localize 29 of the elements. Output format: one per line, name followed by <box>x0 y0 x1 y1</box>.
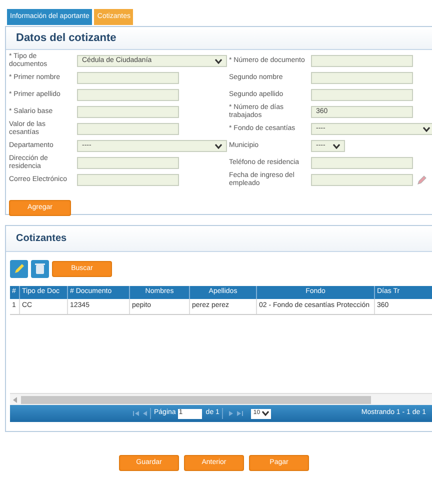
input-field[interactable] <box>311 72 413 84</box>
caret-icon <box>215 58 222 64</box>
input-field[interactable] <box>77 123 179 135</box>
input-field[interactable] <box>77 72 179 84</box>
first-page-icon[interactable] <box>133 411 139 416</box>
caret-icon <box>333 144 340 148</box>
trash-icon <box>35 263 45 275</box>
pencil-icon <box>13 263 25 275</box>
panel-title: Cotizantes <box>16 232 67 246</box>
input-field[interactable] <box>77 157 179 169</box>
previous-page-icon[interactable] <box>142 411 147 416</box>
scroll-left-icon[interactable] <box>13 396 17 402</box>
date-field[interactable] <box>311 174 413 186</box>
next-page-icon[interactable] <box>229 411 234 416</box>
last-page-icon[interactable] <box>237 411 244 416</box>
input-field[interactable] <box>311 55 413 67</box>
caret-icon <box>423 126 430 132</box>
input-field[interactable] <box>77 174 179 186</box>
input-field[interactable] <box>77 106 179 118</box>
input-field[interactable] <box>311 157 413 169</box>
panel-title: Datos del cotizante <box>16 30 116 46</box>
pencil-icon[interactable] <box>417 175 427 185</box>
edit-button[interactable] <box>10 260 28 278</box>
input-field[interactable] <box>311 89 413 101</box>
caret-icon <box>262 411 270 416</box>
horizontal-scrollbar[interactable] <box>10 394 432 405</box>
delete-button[interactable] <box>31 260 49 278</box>
input-field[interactable] <box>77 89 179 101</box>
caret-icon <box>215 144 222 148</box>
